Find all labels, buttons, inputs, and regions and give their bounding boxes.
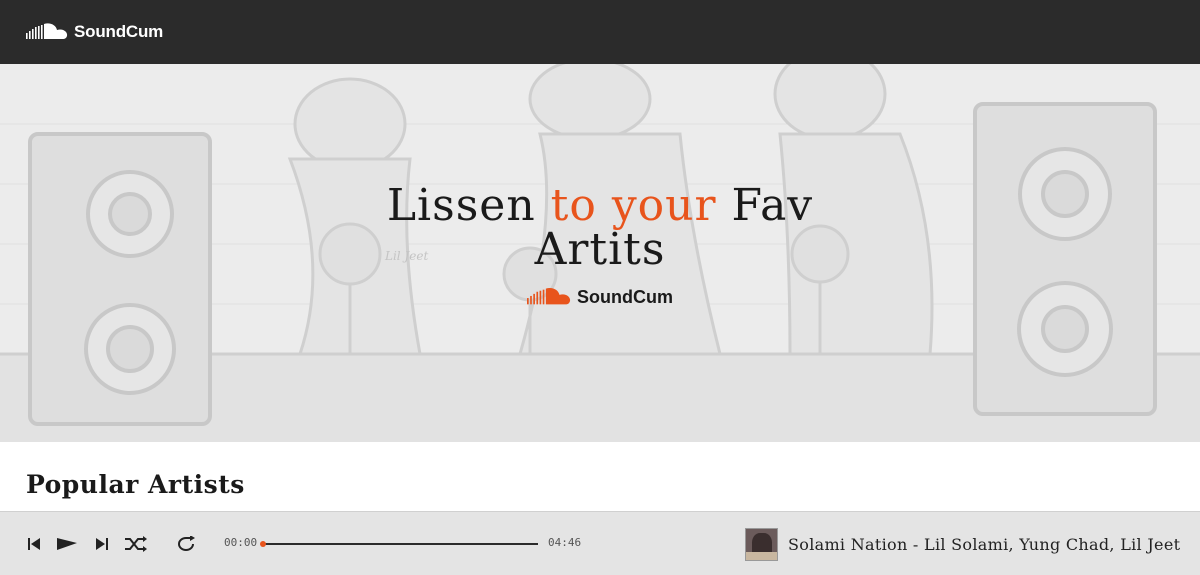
headline-text-2: Fav xyxy=(716,180,814,231)
current-time: 00:00 xyxy=(224,536,258,549)
now-playing-title: Solami Nation - Lil Solami, Yung Chad, L… xyxy=(788,534,1181,554)
hero-content: Lissen to your Fav Artits SoundCum xyxy=(0,184,1200,312)
audio-player-bar: 00:00 04:46 Solami Nation - Lil Solami, … xyxy=(0,511,1200,575)
shuffle-icon xyxy=(125,536,147,552)
play-icon xyxy=(57,538,77,550)
headline-text-1: Lissen xyxy=(386,180,551,231)
hero-brand-logo: SoundCum xyxy=(527,286,673,308)
top-navbar: SoundCum xyxy=(0,0,1200,64)
now-playing[interactable]: Solami Nation - Lil Solami, Yung Chad, L… xyxy=(745,527,1180,561)
brand-logo[interactable]: SoundCum xyxy=(26,22,163,42)
previous-button[interactable] xyxy=(22,534,46,554)
hero-banner: Lil Jeet Lissen to your Fav Artits Sound… xyxy=(0,64,1200,442)
next-icon xyxy=(96,538,108,550)
soundcloud-cloud-icon xyxy=(527,287,571,305)
headline-line-2: Artits xyxy=(534,224,666,275)
album-cover xyxy=(745,527,778,561)
shuffle-button[interactable] xyxy=(124,534,148,554)
soundcloud-cloud-icon xyxy=(26,23,68,39)
total-time: 04:46 xyxy=(548,536,582,549)
progress-bar[interactable] xyxy=(260,541,538,547)
next-button[interactable] xyxy=(90,534,114,554)
hero-headline: Lissen to your Fav Artits xyxy=(0,184,1200,272)
repeat-button[interactable] xyxy=(174,534,198,554)
previous-icon xyxy=(28,538,40,550)
popular-artists-heading: Popular Artists xyxy=(26,470,245,499)
progress-knob[interactable] xyxy=(260,541,266,547)
play-button[interactable] xyxy=(55,534,79,554)
repeat-icon xyxy=(178,536,195,551)
brand-name: SoundCum xyxy=(74,22,164,41)
hero-brand-name: SoundCum xyxy=(577,286,673,307)
